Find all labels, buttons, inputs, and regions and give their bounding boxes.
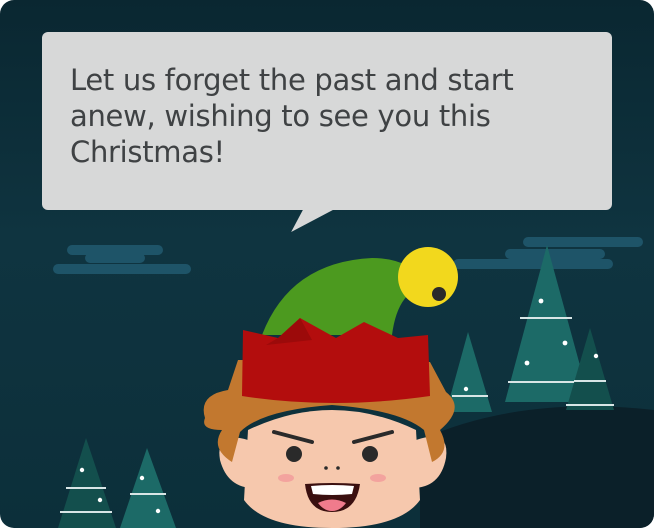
elf-scene bbox=[53, 237, 654, 528]
elf-eye-right bbox=[362, 446, 378, 462]
elf-character bbox=[203, 247, 458, 528]
tree-left-2 bbox=[120, 448, 176, 528]
elf-eye-left bbox=[286, 446, 302, 462]
tree-left-1 bbox=[58, 438, 116, 528]
greeting-card: Let us forget the past and start anew, w… bbox=[0, 0, 654, 528]
hill-right bbox=[420, 406, 654, 528]
bell-icon bbox=[398, 247, 458, 307]
cloud-left bbox=[53, 245, 191, 274]
